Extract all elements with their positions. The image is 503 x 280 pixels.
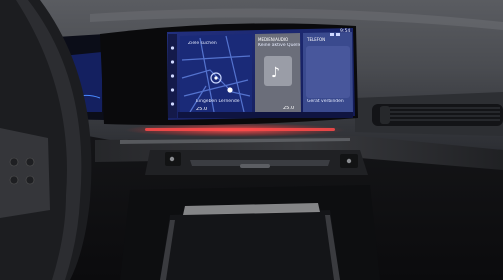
music-note-icon: ♪ xyxy=(271,65,280,81)
home-icon[interactable] xyxy=(170,46,175,50)
dashboard-illustration: // xyxy=(0,0,503,280)
left-temperature[interactable]: 25.0 xyxy=(196,107,226,112)
right-air-vent[interactable] xyxy=(372,104,503,126)
status-time: 9:54 xyxy=(340,29,351,34)
media-tile-header: MEDIEN/AUDIO xyxy=(258,37,289,42)
media-icon[interactable] xyxy=(170,74,175,78)
car-interior-scene: // xyxy=(0,0,503,280)
phone-tile-header: TELEFON xyxy=(307,37,326,42)
nav-destination-label: Eingeben Lernende xyxy=(196,99,240,104)
signal-icon xyxy=(330,33,334,36)
media-source-label: Keine aktive Quelle xyxy=(258,43,300,48)
steering-wheel-spoke xyxy=(0,128,50,218)
storage-tray[interactable] xyxy=(160,210,340,280)
nav-search-label[interactable]: Ziele suchen xyxy=(188,41,248,46)
phone-connect-label[interactable]: Gerät verbinden xyxy=(307,99,351,104)
nav-icon[interactable] xyxy=(170,60,175,64)
position-dot-icon xyxy=(227,87,233,93)
phone-icon[interactable] xyxy=(170,88,175,92)
right-temperature[interactable]: 25.0 xyxy=(283,106,305,111)
settings-icon[interactable] xyxy=(170,102,175,106)
